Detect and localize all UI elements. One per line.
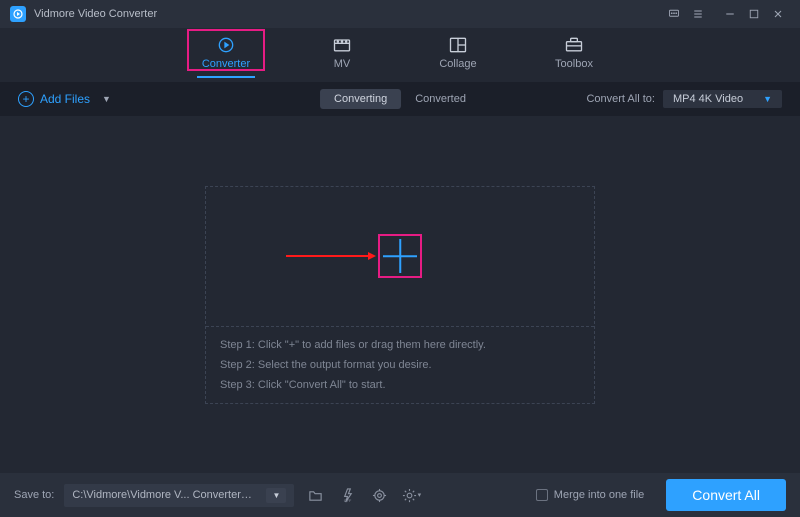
app-title: Vidmore Video Converter <box>34 8 157 20</box>
app-logo-icon <box>10 6 26 22</box>
drop-zone[interactable]: Step 1: Click "+" to add files or drag t… <box>205 186 595 404</box>
tab-label: Collage <box>439 58 476 70</box>
workspace: Step 1: Click "+" to add files or drag t… <box>0 116 800 473</box>
maximize-button[interactable] <box>742 4 766 24</box>
feedback-icon[interactable] <box>662 4 686 24</box>
open-folder-button[interactable] <box>304 484 326 506</box>
convert-all-to: Convert All to: MP4 4K Video ▼ <box>586 90 782 108</box>
save-path-select[interactable]: C:\Vidmore\Vidmore V... Converter\Conver… <box>64 484 294 507</box>
minimize-button[interactable] <box>718 4 742 24</box>
output-format-select[interactable]: MP4 4K Video ▼ <box>663 90 782 108</box>
tab-converting[interactable]: Converting <box>320 89 401 109</box>
converter-icon <box>215 35 237 55</box>
app-window: Vidmore Video Converter Converter <box>0 0 800 517</box>
save-path-value: C:\Vidmore\Vidmore V... Converter\Conver… <box>72 489 252 501</box>
merge-checkbox[interactable]: Merge into one file <box>536 489 645 501</box>
high-speed-button[interactable] <box>368 484 390 506</box>
main-tabs: Converter MV Collage Toolbox <box>0 28 800 82</box>
tab-label: Toolbox <box>555 58 593 70</box>
hardware-accel-button[interactable]: OFF <box>336 484 358 506</box>
convert-all-button[interactable]: Convert All <box>666 479 786 511</box>
add-files-button[interactable]: + Add Files ▼ <box>18 91 111 107</box>
close-button[interactable] <box>766 4 790 24</box>
tab-toolbox[interactable]: Toolbox <box>539 32 609 81</box>
settings-button[interactable]: ▾ <box>400 484 422 506</box>
status-tabs: Converting Converted <box>320 89 480 109</box>
tab-label: Converter <box>202 58 250 70</box>
collage-icon <box>447 35 469 55</box>
format-value: MP4 4K Video <box>673 93 743 105</box>
chevron-down-icon: ▼ <box>763 94 772 104</box>
step-text: Step 2: Select the output format you des… <box>220 359 580 371</box>
tab-mv[interactable]: MV <box>307 32 377 81</box>
chevron-down-icon: ▼ <box>102 94 111 104</box>
chevron-down-icon: ▼ <box>266 488 286 503</box>
chevron-down-icon: ▾ <box>418 491 422 499</box>
toolbox-icon <box>563 35 585 55</box>
merge-label: Merge into one file <box>554 489 645 501</box>
step-text: Step 1: Click "+" to add files or drag t… <box>220 339 580 351</box>
add-files-label: Add Files <box>40 92 90 106</box>
plus-icon <box>383 239 417 273</box>
step-text: Step 3: Click "Convert All" to start. <box>220 379 580 391</box>
instructions: Step 1: Click "+" to add files or drag t… <box>206 327 594 403</box>
checkbox-icon <box>536 489 548 501</box>
tab-collage[interactable]: Collage <box>423 32 493 81</box>
footer: Save to: C:\Vidmore\Vidmore V... Convert… <box>0 473 800 517</box>
menu-icon[interactable] <box>686 4 710 24</box>
save-to-label: Save to: <box>14 489 54 501</box>
annotation-arrow <box>286 252 376 260</box>
title-bar: Vidmore Video Converter <box>0 0 800 28</box>
mv-icon <box>331 35 353 55</box>
drop-top <box>206 187 594 326</box>
tab-converter[interactable]: Converter <box>191 32 261 81</box>
svg-text:OFF: OFF <box>344 499 352 503</box>
add-files-big-button[interactable] <box>378 234 422 278</box>
tab-label: MV <box>334 58 351 70</box>
tab-converted[interactable]: Converted <box>401 89 480 109</box>
convert-all-to-label: Convert All to: <box>586 93 654 105</box>
plus-circle-icon: + <box>18 91 34 107</box>
toolbar: + Add Files ▼ Converting Converted Conve… <box>0 82 800 116</box>
